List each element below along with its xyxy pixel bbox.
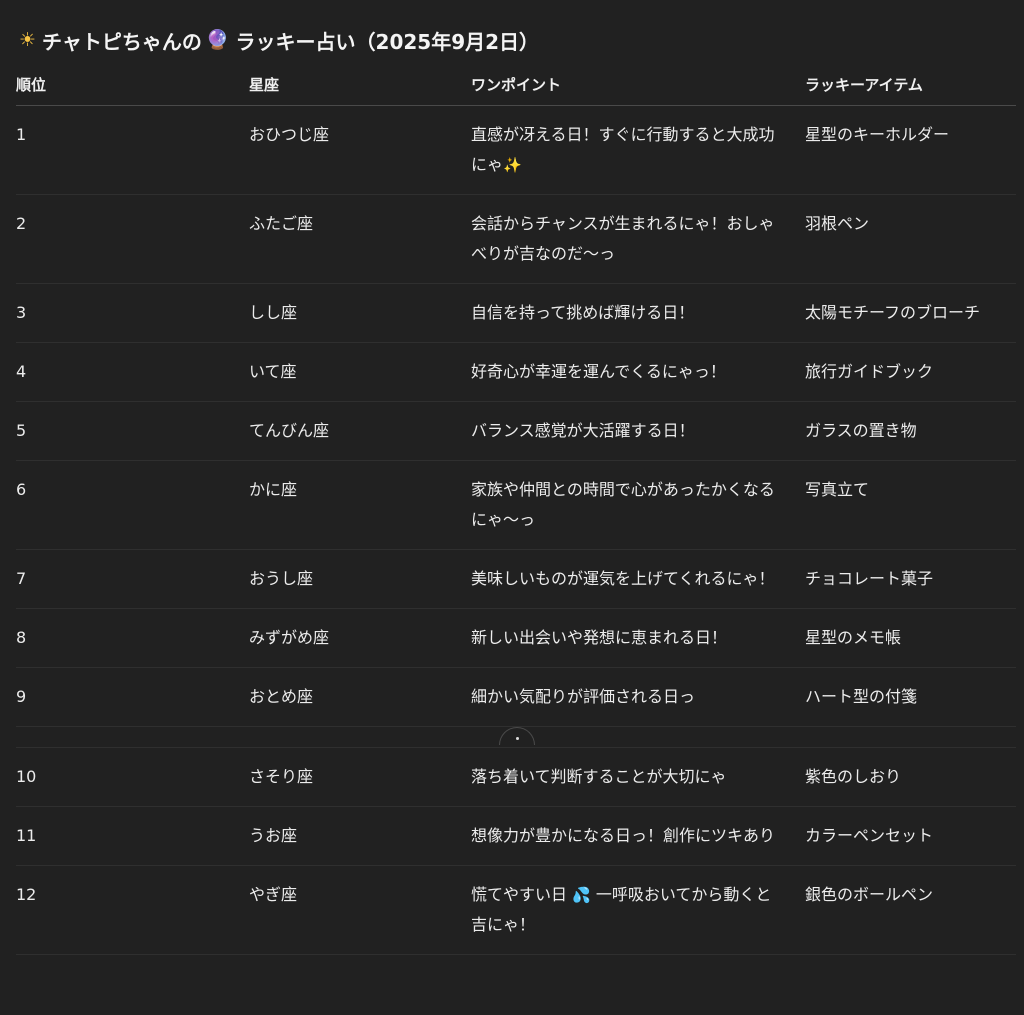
rank-cell: 1 [16, 105, 249, 195]
page-title: ☀ チャトピちゃんの 🔮 ラッキー占い（2025年9月2日） [19, 26, 539, 55]
arrow-down-icon [516, 737, 519, 740]
item-cell: 銀色のボールペン [805, 865, 1016, 955]
header-sign: 星座 [249, 64, 471, 106]
sign-cell: かに座 [249, 460, 471, 550]
table-row: 1 おひつじ座 直感が冴える日！すぐに行動すると大成功にゃ✨ 星型のキーホルダー [16, 105, 1016, 195]
rank-cell: 10 [16, 747, 249, 807]
sign-cell: しし座 [249, 283, 471, 343]
item-cell: 写真立て [805, 460, 1016, 550]
item-cell: カラーペンセット [805, 806, 1016, 866]
sign-cell: いて座 [249, 342, 471, 402]
tip-cell: 自信を持って挑めば輝ける日！ [471, 283, 805, 343]
item-cell: 星型のキーホルダー [805, 105, 1016, 195]
item-cell: ハート型の付箋 [805, 667, 1016, 727]
sign-cell: おとめ座 [249, 667, 471, 727]
tip-cell: 美味しいものが運気を上げてくれるにゃ！ [471, 549, 805, 609]
sign-cell: てんびん座 [249, 401, 471, 461]
item-cell: 星型のメモ帳 [805, 608, 1016, 668]
table-row: 5 てんびん座 バランス感覚が大活躍する日！ ガラスの置き物 [16, 401, 1016, 461]
table-row: 11 うお座 想像力が豊かになる日っ！創作にツキあり カラーペンセット [16, 806, 1016, 866]
tip-cell: 会話からチャンスが生まれるにゃ！おしゃべりが吉なのだ〜っ [471, 194, 805, 284]
tip-cell: 好奇心が幸運を運んでくるにゃっ！ [471, 342, 805, 402]
header-tip: ワンポイント [471, 64, 805, 106]
tip-cell: 慌てやすい日 💦 一呼吸おいてから動くと吉にゃ！ [471, 865, 805, 955]
table-row: 4 いて座 好奇心が幸運を運んでくるにゃっ！ 旅行ガイドブック [16, 342, 1016, 402]
item-cell: 旅行ガイドブック [805, 342, 1016, 402]
sign-cell: おひつじ座 [249, 105, 471, 195]
tip-text-pre: 慌てやすい日 [471, 885, 568, 904]
scroll-gap-row [16, 726, 1016, 748]
tip-cell: 直感が冴える日！すぐに行動すると大成功にゃ✨ [471, 105, 805, 195]
sign-cell: ふたご座 [249, 194, 471, 284]
crystal-ball-icon: 🔮 [205, 29, 230, 51]
sign-cell: みずがめ座 [249, 608, 471, 668]
rank-cell: 2 [16, 194, 249, 284]
table-row: 12 やぎ座 慌てやすい日 💦 一呼吸おいてから動くと吉にゃ！ 銀色のボールペン [16, 865, 1016, 955]
sweat-droplets-icon: 💦 [572, 886, 591, 904]
rank-cell: 11 [16, 806, 249, 866]
table-header-row: 順位 星座 ワンポイント ラッキーアイテム [16, 64, 1016, 106]
table-row: 2 ふたご座 会話からチャンスが生まれるにゃ！おしゃべりが吉なのだ〜っ 羽根ペン [16, 194, 1016, 284]
tip-cell: 家族や仲間との時間で心があったかくなるにゃ〜っ [471, 460, 805, 550]
rank-cell: 4 [16, 342, 249, 402]
tip-cell: 新しい出会いや発想に恵まれる日！ [471, 608, 805, 668]
rank-cell: 12 [16, 865, 249, 955]
item-cell: 紫色のしおり [805, 747, 1016, 807]
tip-cell: バランス感覚が大活躍する日！ [471, 401, 805, 461]
sun-icon: ☀ [19, 29, 37, 51]
item-cell: 羽根ペン [805, 194, 1016, 284]
sign-cell: おうし座 [249, 549, 471, 609]
sparkles-icon: ✨ [503, 156, 522, 174]
rank-cell: 6 [16, 460, 249, 550]
table-row: 9 おとめ座 細かい気配りが評価される日っ ハート型の付箋 [16, 667, 1016, 727]
rank-cell: 8 [16, 608, 249, 668]
tip-cell: 落ち着いて判断することが大切にゃ [471, 747, 805, 807]
rank-cell: 9 [16, 667, 249, 727]
item-cell: ガラスの置き物 [805, 401, 1016, 461]
sign-cell: さそり座 [249, 747, 471, 807]
table-row: 3 しし座 自信を持って挑めば輝ける日！ 太陽モチーフのブローチ [16, 283, 1016, 343]
table-row: 6 かに座 家族や仲間との時間で心があったかくなるにゃ〜っ 写真立て [16, 460, 1016, 550]
title-part2: ラッキー占い（2025年9月2日） [235, 30, 540, 54]
rank-cell: 7 [16, 549, 249, 609]
sign-cell: うお座 [249, 806, 471, 866]
tip-cell: 想像力が豊かになる日っ！創作にツキあり [471, 806, 805, 866]
tip-cell: 細かい気配りが評価される日っ [471, 667, 805, 727]
title-part1: チャトピちゃんの [42, 30, 202, 54]
table-row: 7 おうし座 美味しいものが運気を上げてくれるにゃ！ チョコレート菓子 [16, 549, 1016, 609]
header-item: ラッキーアイテム [805, 64, 1016, 106]
item-cell: チョコレート菓子 [805, 549, 1016, 609]
item-cell: 太陽モチーフのブローチ [805, 283, 1016, 343]
header-rank: 順位 [16, 64, 249, 106]
scroll-down-button[interactable] [499, 727, 535, 745]
rank-cell: 3 [16, 283, 249, 343]
table-row: 8 みずがめ座 新しい出会いや発想に恵まれる日！ 星型のメモ帳 [16, 608, 1016, 668]
rank-cell: 5 [16, 401, 249, 461]
sign-cell: やぎ座 [249, 865, 471, 955]
table-row: 10 さそり座 落ち着いて判断することが大切にゃ 紫色のしおり [16, 747, 1016, 807]
scroll-gap-cell [16, 726, 1016, 748]
fortune-table: 順位 星座 ワンポイント ラッキーアイテム 1 おひつじ座 直感が冴える日！すぐ… [16, 64, 1016, 955]
